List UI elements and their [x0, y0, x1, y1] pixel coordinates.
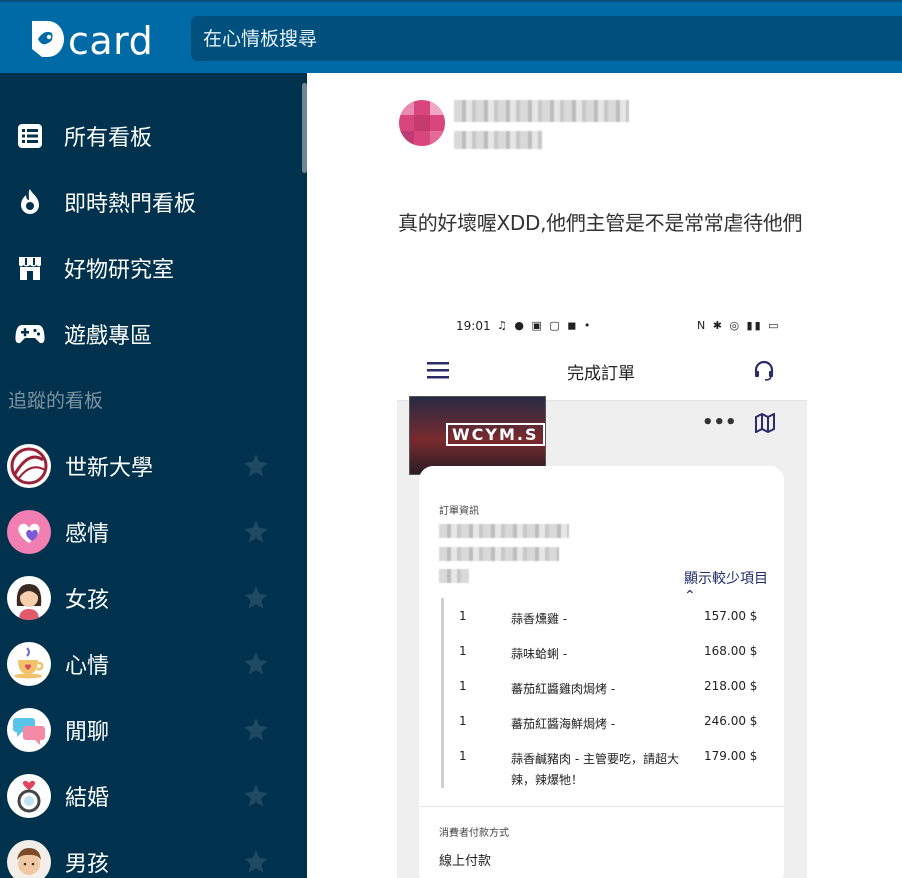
- gamepad-icon: [14, 318, 46, 350]
- status-signal-icons: N ✱ ◎ ▮▮ ▭: [697, 319, 781, 332]
- section-divider: [419, 806, 784, 807]
- item-price: 179.00 $: [704, 749, 758, 763]
- logo-text: card: [68, 19, 154, 63]
- attached-screenshot[interactable]: 19:01 ♫ ● ▣ ▢ ◼ • N ✱ ◎ ▮▮ ▭ 完成訂單 WCYM.S…: [397, 309, 807, 878]
- board-label: 世新大學: [65, 456, 154, 481]
- author-avatar[interactable]: [399, 100, 445, 146]
- star-icon[interactable]: [242, 452, 270, 480]
- board-label: 感情: [65, 522, 110, 547]
- item-price: 246.00 $: [704, 714, 758, 728]
- list-icon: [14, 120, 46, 152]
- sidebar-item-label: 遊戲專區: [64, 324, 153, 349]
- more-options-icon[interactable]: •••: [702, 412, 737, 433]
- status-time: 19:01: [456, 319, 491, 333]
- search-box[interactable]: [191, 16, 902, 61]
- star-icon[interactable]: [242, 650, 270, 678]
- dcard-logo[interactable]: card: [30, 16, 154, 63]
- item-name: 蕃茄紅醬海鮮焗烤 -: [511, 717, 616, 731]
- show-fewer-items-toggle[interactable]: 顯示較少項目 ⌃: [684, 568, 784, 604]
- item-name: 蒜香燻雞 -: [511, 612, 568, 626]
- item-price: 168.00 $: [704, 644, 758, 658]
- sidebar-item-hot-boards[interactable]: 即時熱門看板: [0, 172, 300, 232]
- sidebar-item-good-stuff[interactable]: 好物研究室: [0, 238, 300, 298]
- item-qty: 1: [459, 679, 467, 693]
- board-item[interactable]: 感情: [0, 502, 300, 562]
- board-label: 女孩: [65, 588, 110, 613]
- boy-icon: [7, 840, 51, 878]
- order-card: 訂單資訊 顯示較少項目 ⌃ 1 蒜香燻雞 - 157.00 $ 1 蒜味蛤蜊 -…: [419, 466, 784, 878]
- order-detail-blurred: [439, 547, 559, 561]
- chevron-up-icon: ⌃: [684, 588, 696, 604]
- star-icon[interactable]: [242, 782, 270, 810]
- search-input[interactable]: [191, 16, 902, 61]
- comment-text: 真的好壞喔XDD,他們主管是不是常常虐待他們: [398, 211, 803, 235]
- post-content: 真的好壞喔XDD,他們主管是不是常常虐待他們 19:01 ♫ ● ▣ ▢ ◼ •…: [307, 73, 902, 878]
- sidebar-item-label: 好物研究室: [64, 258, 175, 283]
- top-bar: card: [0, 0, 902, 73]
- board-item[interactable]: 男孩: [0, 832, 300, 878]
- board-item[interactable]: 女孩: [0, 568, 300, 628]
- author-name-blurred: [454, 100, 629, 122]
- author-meta-blurred: [454, 131, 542, 149]
- map-icon[interactable]: [754, 413, 776, 433]
- payment-value: 線上付款: [439, 854, 492, 869]
- item-qty: 1: [459, 609, 467, 623]
- coffee-cup-icon: [7, 642, 51, 686]
- heart-icon: [7, 510, 51, 554]
- board-item[interactable]: 閒聊: [0, 700, 300, 760]
- payment-label: 消費者付款方式: [439, 828, 509, 839]
- item-name: 蒜味蛤蜊 -: [511, 647, 568, 661]
- item-price: 157.00 $: [704, 609, 758, 623]
- sidebar: 所有看板 即時熱門看板 好物研究室 遊戲專區 追蹤的看板 世新大學 感情 女孩 …: [0, 73, 307, 878]
- item-name: 蒜香鹹豬肉 - 主管要吃，請超大辣，辣爆牠！: [511, 752, 679, 787]
- star-icon[interactable]: [242, 518, 270, 546]
- thumbnail-text: WCYM.S: [446, 423, 545, 446]
- order-detail-blurred: [439, 569, 469, 583]
- item-qty: 1: [459, 749, 467, 763]
- item-name: 蕃茄紅醬雞肉焗烤 -: [511, 682, 616, 696]
- sidebar-item-all-boards[interactable]: 所有看板: [0, 106, 300, 166]
- board-label: 閒聊: [65, 720, 110, 745]
- status-notification-icons: ♫ ● ▣ ▢ ◼ •: [497, 319, 593, 332]
- flame-icon: [14, 186, 46, 218]
- items-bar: [441, 598, 444, 788]
- sidebar-item-games[interactable]: 遊戲專區: [0, 304, 300, 364]
- order-info-label: 訂單資訊: [439, 506, 479, 517]
- board-label: 男孩: [65, 852, 110, 877]
- sidebar-item-label: 即時熱門看板: [64, 192, 197, 217]
- screen-title: 完成訂單: [567, 364, 635, 384]
- order-id-blurred: [439, 524, 569, 538]
- hamburger-menu-icon[interactable]: [427, 361, 449, 379]
- sidebar-item-label: 所有看板: [64, 126, 153, 151]
- board-item[interactable]: 心情: [0, 634, 300, 694]
- star-icon[interactable]: [242, 584, 270, 612]
- item-qty: 1: [459, 714, 467, 728]
- dcard-logo-icon: [32, 21, 64, 57]
- board-label: 心情: [65, 654, 110, 679]
- ring-icon: [7, 774, 51, 818]
- followed-boards-title: 追蹤的看板: [8, 390, 104, 412]
- board-item[interactable]: 結婚: [0, 766, 300, 826]
- school-logo-icon: [7, 444, 51, 488]
- toggle-label: 顯示較少項目: [684, 571, 768, 587]
- restaurant-thumbnail: WCYM.S: [409, 396, 546, 475]
- girl-icon: [7, 576, 51, 620]
- item-price: 218.00 $: [704, 679, 758, 693]
- star-icon[interactable]: [242, 848, 270, 876]
- item-qty: 1: [459, 644, 467, 658]
- store-icon: [14, 252, 46, 284]
- star-icon[interactable]: [242, 716, 270, 744]
- board-item[interactable]: 世新大學: [0, 436, 300, 496]
- board-label: 結婚: [65, 786, 110, 811]
- chat-bubbles-icon: [7, 708, 51, 752]
- headset-icon[interactable]: [753, 360, 775, 382]
